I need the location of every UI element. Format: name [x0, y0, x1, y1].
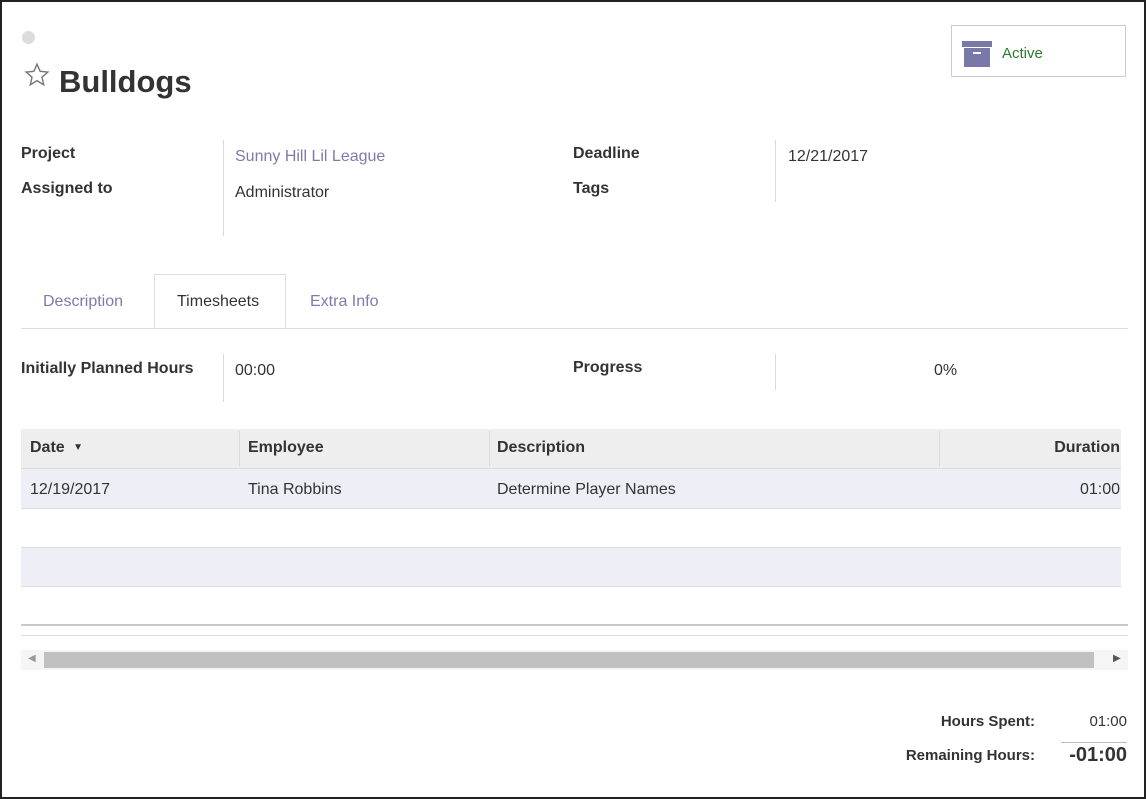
remaining-hours-value: -01:00 [1069, 744, 1127, 766]
cell-employee[interactable]: Tina Robbins [248, 481, 342, 499]
table-footer-divider [21, 624, 1128, 626]
remaining-hours-label: Remaining Hours: [905, 747, 1035, 764]
empty-table-row [21, 548, 1121, 587]
hours-spent-value: 01:00 [1089, 713, 1127, 730]
column-separator[interactable] [489, 431, 490, 467]
tab-description[interactable]: Description [43, 293, 123, 311]
project-link[interactable]: Sunny Hill Lil League [235, 148, 385, 166]
scroll-right-arrow-icon[interactable]: ▶ [1113, 653, 1121, 664]
column-header-duration[interactable]: Duration [1002, 439, 1120, 457]
cell-date[interactable]: 12/19/2017 [30, 481, 110, 499]
scrollbar-thumb[interactable] [44, 652, 1094, 668]
totals-divider [1061, 742, 1127, 743]
column-separator[interactable] [239, 431, 240, 467]
column-header-description[interactable]: Description [497, 439, 585, 457]
sort-caret-icon: ▼ [73, 442, 84, 453]
planned-hours-label: Initially Planned Hours [21, 360, 194, 377]
field-separator [775, 140, 776, 202]
column-separator[interactable] [939, 431, 940, 467]
empty-table-row [21, 509, 1121, 548]
table-footer-divider [21, 635, 1128, 636]
scroll-left-arrow-icon[interactable]: ◀ [28, 653, 36, 664]
assigned-to-value[interactable]: Administrator [235, 184, 329, 202]
archive-box-icon [962, 41, 992, 67]
tab-timesheets[interactable]: Timesheets [177, 293, 259, 311]
hours-spent-label: Hours Spent: [940, 713, 1035, 730]
tags-label: Tags [573, 180, 610, 197]
project-label: Project [21, 145, 76, 162]
kanban-state-dot[interactable] [22, 31, 35, 44]
record-title: Bulldogs [59, 64, 192, 99]
progress-value: 0% [934, 362, 958, 379]
cell-duration[interactable]: 01:00 [1002, 481, 1120, 499]
field-separator [223, 354, 224, 402]
column-header-date-label: Date [30, 439, 65, 456]
tabs-divider [21, 328, 1128, 329]
deadline-value[interactable]: 12/21/2017 [788, 148, 868, 166]
planned-hours-value[interactable]: 00:00 [235, 362, 275, 380]
field-separator [775, 354, 776, 390]
tab-extra-info[interactable]: Extra Info [310, 293, 378, 311]
progress-label: Progress [573, 359, 643, 376]
assigned-to-label: Assigned to [21, 180, 113, 197]
deadline-label: Deadline [573, 145, 640, 162]
active-status-label[interactable]: Active [1002, 45, 1043, 62]
column-header-date[interactable]: Date ▼ [30, 439, 83, 457]
form-view: Bulldogs Active Project Sunny Hill Lil L… [0, 0, 1146, 799]
column-header-employee[interactable]: Employee [248, 439, 324, 457]
field-separator [223, 140, 224, 236]
cell-description[interactable]: Determine Player Names [497, 481, 676, 499]
priority-star-icon[interactable] [24, 62, 50, 88]
